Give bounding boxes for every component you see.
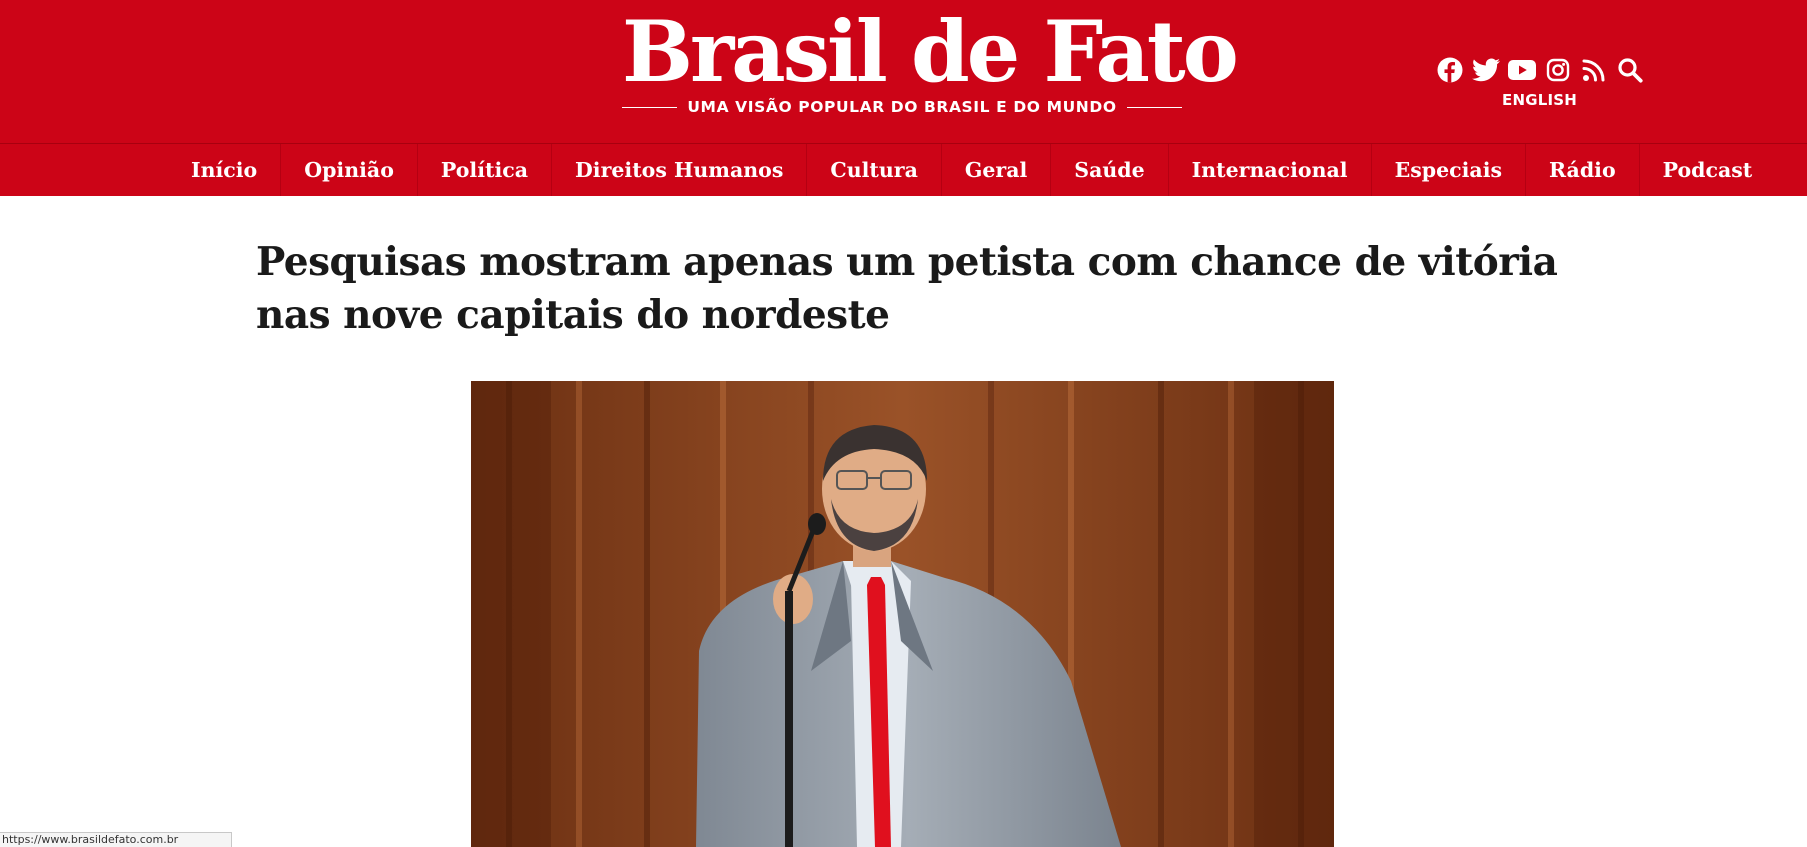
social-links — [1436, 56, 1644, 84]
nav-item-geral[interactable]: Geral — [940, 144, 1050, 196]
logo-tagline: UMA VISÃO POPULAR DO BRASIL E DO MUNDO — [687, 98, 1117, 116]
instagram-icon[interactable] — [1544, 56, 1572, 84]
nav-item-direitos-humanos[interactable]: Direitos Humanos — [551, 144, 806, 196]
twitter-icon[interactable] — [1472, 56, 1500, 84]
youtube-icon[interactable] — [1508, 56, 1536, 84]
site-header: Brasil de Fato UMA VISÃO POPULAR DO BRAS… — [0, 0, 1807, 143]
nav-item-opiniao[interactable]: Opinião — [280, 144, 417, 196]
logo-tagline-row: UMA VISÃO POPULAR DO BRASIL E DO MUNDO — [622, 98, 1182, 116]
logo-title: Brasil de Fato — [622, 2, 1239, 101]
nav-item-saude[interactable]: Saúde — [1050, 144, 1167, 196]
nav-item-podcast[interactable]: Podcast — [1638, 144, 1776, 196]
nav-item-cultura[interactable]: Cultura — [806, 144, 940, 196]
nav-item-internacional[interactable]: Internacional — [1167, 144, 1371, 196]
nav-item-politica[interactable]: Política — [416, 144, 551, 196]
nav-item-inicio[interactable]: Início — [168, 144, 280, 196]
tagline-right-rule — [1126, 106, 1182, 108]
article-photo — [471, 381, 1334, 847]
rss-icon[interactable] — [1580, 56, 1608, 84]
browser-status-url: https://www.brasildefato.com.br — [0, 832, 232, 847]
facebook-icon[interactable] — [1436, 56, 1464, 84]
main-navigation: Início Opinião Política Direitos Humanos Cul… — [0, 143, 1807, 196]
article-headline: Pesquisas mostram apenas um petista com … — [256, 239, 1558, 338]
english-language-link[interactable]: ENGLISH — [1502, 91, 1577, 109]
nav-item-radio[interactable]: Rádio — [1525, 144, 1639, 196]
nav-item-especiais[interactable]: Especiais — [1370, 144, 1525, 196]
nav-items: Início Opinião Política Direitos Humanos Cul… — [168, 144, 1775, 196]
search-icon[interactable] — [1616, 56, 1644, 84]
site-logo[interactable]: Brasil de Fato UMA VISÃO POPULAR DO BRAS… — [622, 2, 1239, 116]
tagline-left-rule — [622, 106, 678, 108]
